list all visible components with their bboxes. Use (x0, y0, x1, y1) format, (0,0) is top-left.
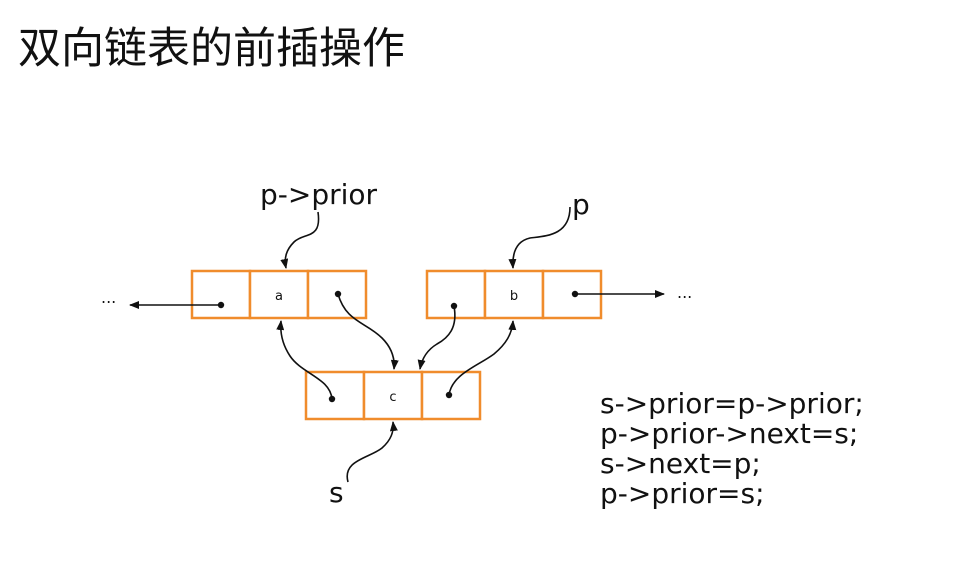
arrow-p-prior-to-a (280, 211, 320, 269)
ellipsis-right: ... (677, 283, 692, 302)
label-p: p (572, 188, 590, 221)
code-line-1: s->prior=p->prior; (600, 387, 864, 420)
node-a-value: a (275, 289, 283, 304)
node-c-prior-cell (304, 370, 366, 421)
node-b-value: b (510, 289, 518, 304)
arrow-s-to-c (346, 421, 398, 483)
code-block: s->prior=p->prior; p->prior->next=s; s->… (600, 389, 864, 509)
code-line-4: p->prior=s; (600, 477, 765, 510)
node-c-value: c (389, 390, 396, 405)
label-s: s (329, 476, 344, 509)
ellipsis-left: ... (101, 288, 116, 307)
label-p-prior: p->prior (260, 178, 378, 211)
node-b-prior-cell (425, 269, 487, 320)
node-a-prior-cell (190, 269, 252, 320)
arrow-p-to-b (508, 206, 571, 269)
code-line-2: p->prior->next=s; (600, 417, 859, 450)
code-line-3: s->next=p; (600, 447, 761, 480)
